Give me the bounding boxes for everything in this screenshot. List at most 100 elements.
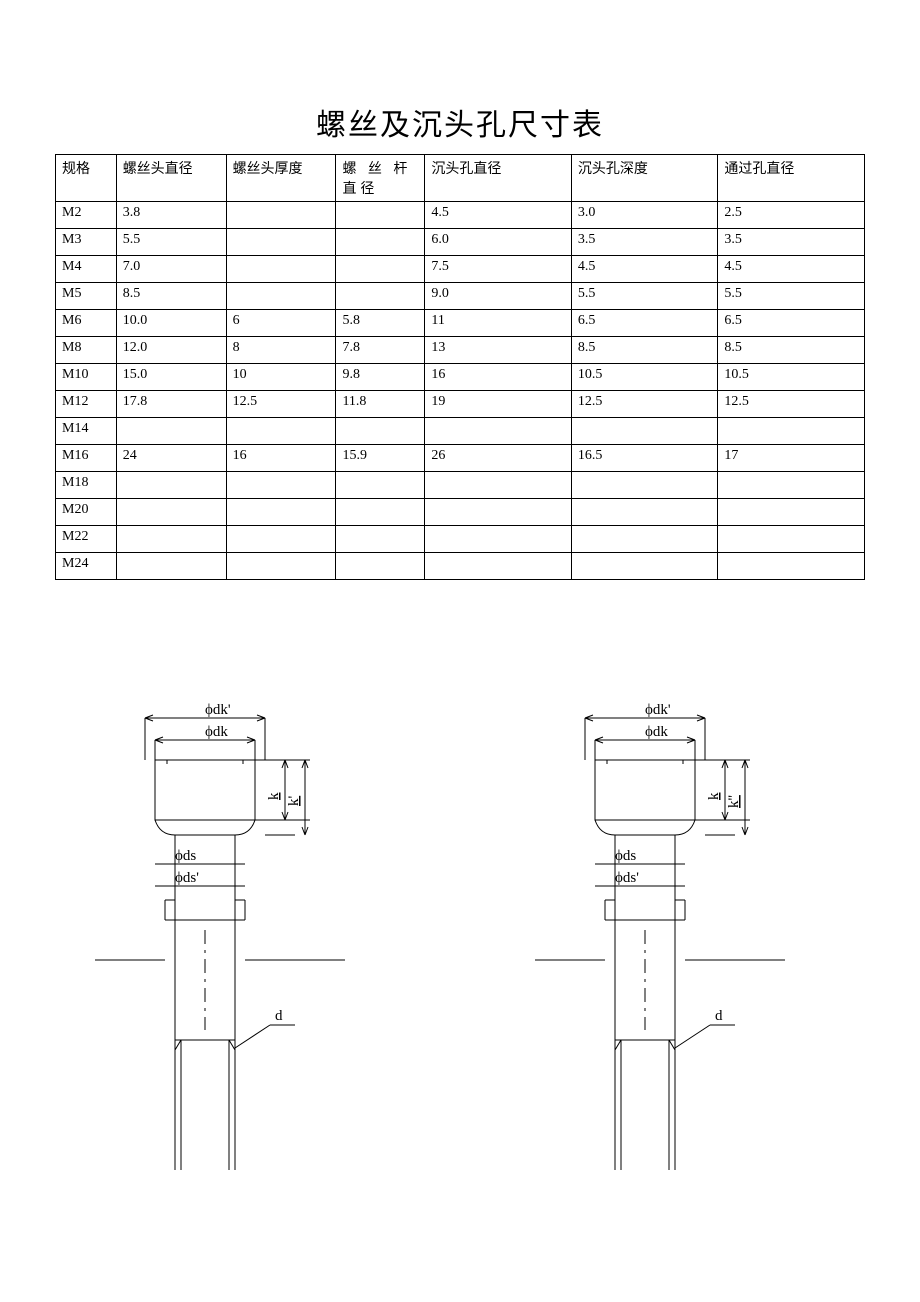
cell-cbDia	[425, 472, 572, 499]
cell-cbDia: 9.0	[425, 283, 572, 310]
cell-shank: 5.8	[336, 310, 425, 337]
cell-headThk	[226, 418, 336, 445]
cell-cbDia: 19	[425, 391, 572, 418]
cell-shank: 15.9	[336, 445, 425, 472]
cell-cbDepth: 3.0	[571, 202, 718, 229]
cell-shank	[336, 499, 425, 526]
label-phidkprime: ϕdk'	[205, 702, 231, 718]
cell-headThk	[226, 202, 336, 229]
cell-spec: M18	[56, 472, 117, 499]
label-phidk: ϕdk	[205, 724, 228, 740]
cell-headDia: 8.5	[116, 283, 226, 310]
cell-headDia	[116, 499, 226, 526]
cell-cbDepth: 6.5	[571, 310, 718, 337]
diagrams-row: ϕdk' ϕdk	[55, 700, 865, 1180]
cell-cbDia: 13	[425, 337, 572, 364]
cell-thru: 5.5	[718, 283, 865, 310]
cell-headThk	[226, 526, 336, 553]
cell-headThk	[226, 283, 336, 310]
cell-headThk: 10	[226, 364, 336, 391]
cell-spec: M8	[56, 337, 117, 364]
col-cb-dia: 沉头孔直径	[425, 155, 572, 202]
cell-headDia: 17.8	[116, 391, 226, 418]
label-phids: ϕds	[175, 848, 196, 864]
cell-headDia	[116, 472, 226, 499]
cell-headDia	[116, 553, 226, 580]
table-row: M812.087.8138.58.5	[56, 337, 865, 364]
table-row: M23.84.53.02.5	[56, 202, 865, 229]
cell-cbDepth: 10.5	[571, 364, 718, 391]
cell-spec: M5	[56, 283, 117, 310]
cell-headThk	[226, 472, 336, 499]
screw-diagram-right: ϕdk' ϕdk	[535, 700, 815, 1180]
cell-thru: 6.5	[718, 310, 865, 337]
cell-spec: M22	[56, 526, 117, 553]
cell-shank: 7.8	[336, 337, 425, 364]
cell-headThk: 12.5	[226, 391, 336, 418]
cell-cbDia: 26	[425, 445, 572, 472]
cell-headThk: 6	[226, 310, 336, 337]
label-d: d	[715, 1008, 723, 1024]
cell-thru	[718, 418, 865, 445]
cell-shank	[336, 229, 425, 256]
cell-shank: 11.8	[336, 391, 425, 418]
cell-spec: M12	[56, 391, 117, 418]
cell-shank	[336, 526, 425, 553]
cell-spec: M4	[56, 256, 117, 283]
cell-shank	[336, 418, 425, 445]
cell-cbDepth: 8.5	[571, 337, 718, 364]
cell-cbDepth	[571, 526, 718, 553]
cell-headThk: 16	[226, 445, 336, 472]
table-row: M47.07.54.54.5	[56, 256, 865, 283]
screw-diagram-left: ϕdk' ϕdk	[95, 700, 375, 1180]
table-row: M35.56.03.53.5	[56, 229, 865, 256]
cell-cbDia	[425, 553, 572, 580]
cell-cbDepth	[571, 418, 718, 445]
cell-shank	[336, 256, 425, 283]
cell-headDia	[116, 418, 226, 445]
cell-thru: 4.5	[718, 256, 865, 283]
cell-shank: 9.8	[336, 364, 425, 391]
cell-headDia: 15.0	[116, 364, 226, 391]
table-row: M610.065.8116.56.5	[56, 310, 865, 337]
cell-headDia: 5.5	[116, 229, 226, 256]
col-spec: 规格	[56, 155, 117, 202]
cell-spec: M20	[56, 499, 117, 526]
cell-thru	[718, 553, 865, 580]
cell-spec: M14	[56, 418, 117, 445]
cell-headThk	[226, 229, 336, 256]
label-phidsprime: ϕds'	[175, 870, 199, 886]
label-k: k	[266, 792, 282, 800]
cell-cbDepth: 3.5	[571, 229, 718, 256]
cell-cbDia	[425, 526, 572, 553]
table-row: M24	[56, 553, 865, 580]
label-phidk: ϕdk	[645, 724, 668, 740]
cell-thru: 3.5	[718, 229, 865, 256]
cell-spec: M10	[56, 364, 117, 391]
cell-cbDepth: 5.5	[571, 283, 718, 310]
page-title: 螺丝及沉头孔尺寸表	[55, 100, 865, 144]
cell-headThk	[226, 256, 336, 283]
table-row: M1015.0109.81610.510.5	[56, 364, 865, 391]
cell-cbDepth	[571, 472, 718, 499]
cell-shank	[336, 202, 425, 229]
cell-spec: M3	[56, 229, 117, 256]
cell-thru	[718, 499, 865, 526]
cell-headDia: 7.0	[116, 256, 226, 283]
label-kprime: k'	[286, 796, 302, 807]
cell-cbDepth	[571, 553, 718, 580]
col-thru-dia: 通过孔直径	[718, 155, 865, 202]
table-row: M58.59.05.55.5	[56, 283, 865, 310]
cell-headThk	[226, 553, 336, 580]
table-row: M18	[56, 472, 865, 499]
label-d: d	[275, 1008, 283, 1024]
cell-shank	[336, 553, 425, 580]
table-header-row: 规格 螺丝头直径 螺丝头厚度 螺 丝 杆 直径 沉头孔直径 沉头孔深度 通过孔直…	[56, 155, 865, 202]
cell-cbDepth: 4.5	[571, 256, 718, 283]
label-phidkprime: ϕdk'	[645, 702, 671, 718]
cell-cbDia: 16	[425, 364, 572, 391]
cell-headDia: 12.0	[116, 337, 226, 364]
table-row: M1217.812.511.81912.512.5	[56, 391, 865, 418]
table-row: M22	[56, 526, 865, 553]
cell-shank	[336, 283, 425, 310]
